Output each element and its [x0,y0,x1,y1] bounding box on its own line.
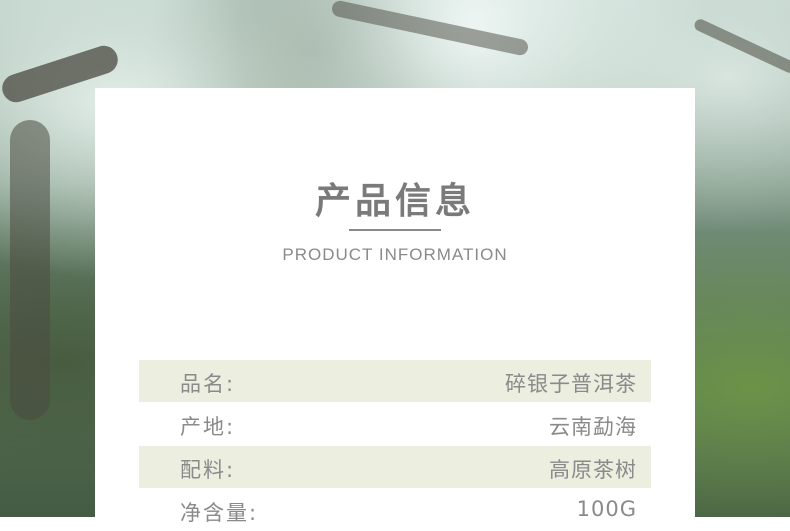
tree-branch [10,120,50,420]
row-value: 100G [576,497,637,521]
info-row-net-weight: 净含量: 100G [139,489,651,531]
row-value: 碎银子普洱茶 [505,372,637,396]
page-subtitle: PRODUCT INFORMATION [282,245,508,264]
info-row-origin: 产地: 云南勐海 [139,403,651,445]
row-label: 净含量: [180,501,259,525]
row-label: 配料: [180,458,236,482]
info-row-name: 品名: 碎银子普洱茶 [139,360,651,402]
title-divider [349,229,441,231]
row-value: 云南勐海 [549,415,637,439]
row-label: 产地: [180,415,236,439]
row-label: 品名: [180,372,236,396]
page-title: 产品信息 [314,180,475,222]
row-value: 高原茶树 [549,458,637,482]
info-row-ingredients: 配料: 高原茶树 [139,446,651,488]
